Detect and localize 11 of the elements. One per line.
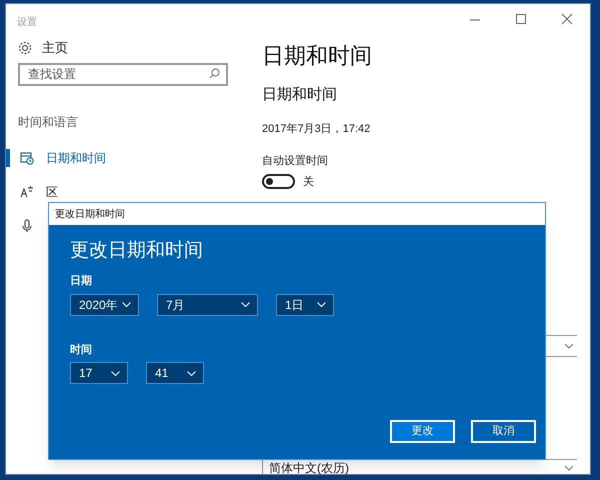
dialog-title: 更改日期和时间 bbox=[55, 208, 125, 222]
section-title: 日期和时间 bbox=[262, 85, 338, 105]
dialog-heading: 更改日期和时间 bbox=[70, 239, 203, 263]
auto-time-label: 自动设置时间 bbox=[262, 154, 329, 169]
toggle-state: 关 bbox=[303, 174, 314, 190]
window-title: 设置 bbox=[17, 16, 37, 30]
page-title: 日期和时间 bbox=[262, 42, 373, 70]
time-label: 时间 bbox=[70, 342, 92, 358]
section-heading: 时间和语言 bbox=[18, 114, 79, 131]
current-date-time: 2017年7月3日，17:42 bbox=[262, 122, 372, 136]
date-label: 日期 bbox=[70, 274, 92, 289]
